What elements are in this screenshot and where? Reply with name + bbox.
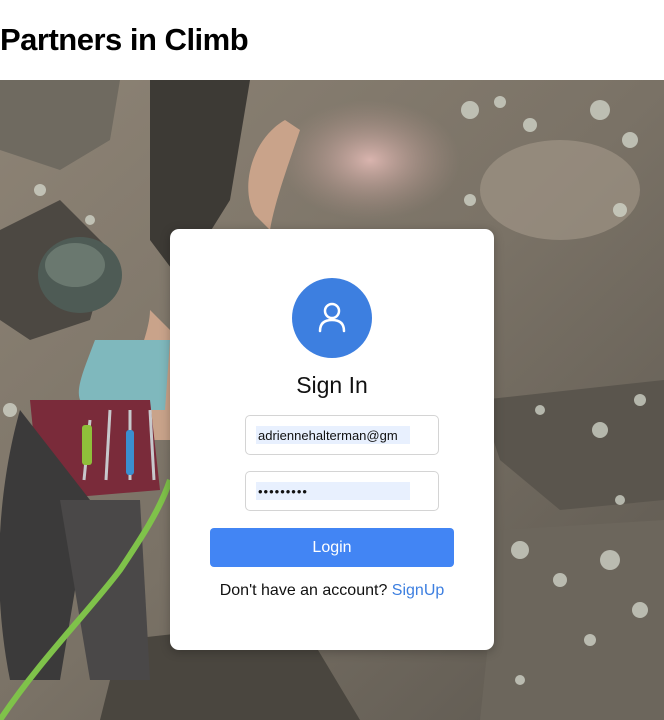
- signup-link[interactable]: SignUp: [392, 582, 444, 599]
- password-field-wrapper: [245, 471, 439, 511]
- password-input[interactable]: [256, 482, 410, 500]
- email-input[interactable]: [256, 426, 410, 444]
- email-field-wrapper: [245, 415, 439, 455]
- sign-in-title: Sign In: [296, 372, 368, 398]
- signup-prompt-text: Don't have an account?: [219, 582, 388, 599]
- signup-prompt-row: Don't have an account? SignUp: [170, 582, 494, 600]
- login-card: Sign In Login Don't have an account? Sig…: [170, 229, 494, 650]
- site-title: Partners in Climb: [0, 22, 249, 57]
- avatar: [292, 278, 372, 358]
- user-icon: [318, 302, 346, 333]
- site-header: Partners in Climb: [0, 0, 664, 80]
- login-button[interactable]: Login: [210, 528, 454, 567]
